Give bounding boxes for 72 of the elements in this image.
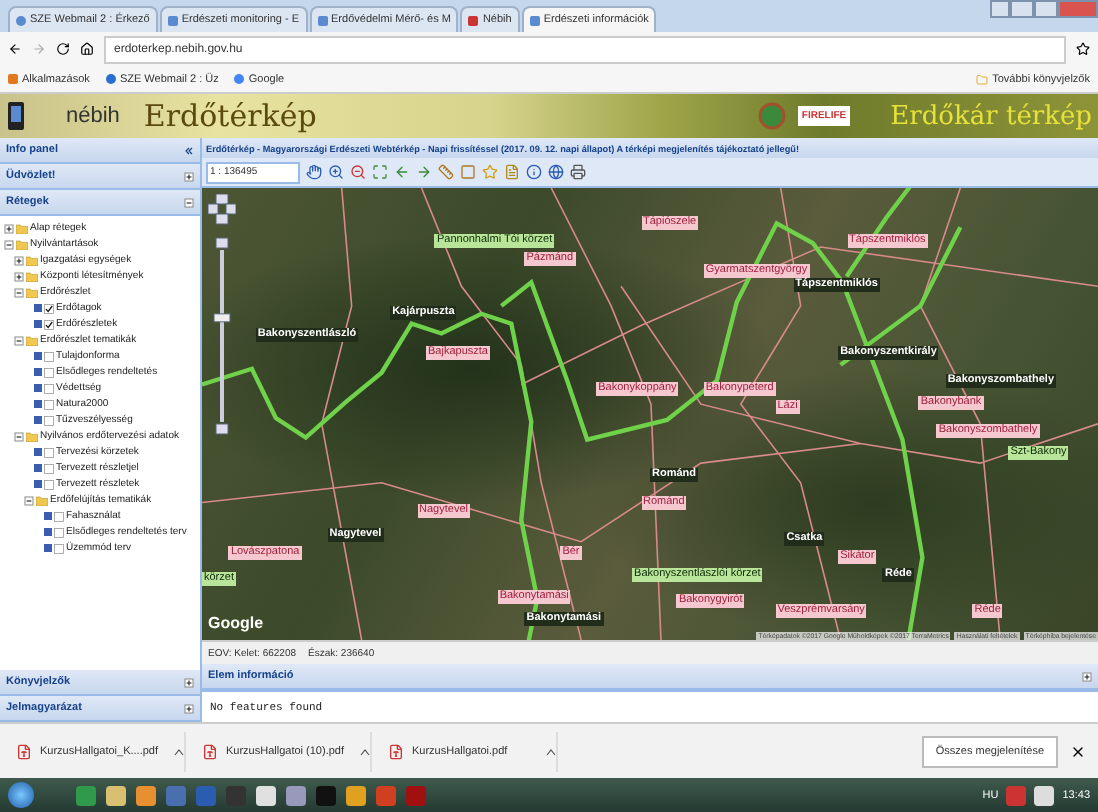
layer-checkbox[interactable] [54, 511, 64, 521]
zoom-in-icon[interactable] [326, 163, 344, 181]
expand-icon[interactable] [14, 255, 24, 265]
touch-phone-icon [6, 100, 26, 132]
printer-icon[interactable] [568, 163, 586, 181]
profile-button[interactable] [990, 0, 1010, 18]
layer-checkbox[interactable] [44, 399, 54, 409]
zoom-out-icon[interactable] [348, 163, 366, 181]
folder-icon [976, 73, 989, 85]
area-icon[interactable] [458, 163, 476, 181]
start-button[interactable] [8, 782, 34, 808]
forward-arrow-icon[interactable] [414, 163, 432, 181]
expand-icon[interactable] [184, 703, 194, 713]
collapse-icon[interactable] [184, 197, 194, 207]
caret-icon[interactable] [174, 747, 184, 755]
minimize-button[interactable] [1010, 0, 1034, 18]
firelife-logo-icon [757, 100, 786, 132]
favicon-icon [529, 15, 540, 25]
close-icon[interactable] [1070, 743, 1086, 759]
layer-checkbox[interactable] [44, 303, 54, 313]
collapse-panel-icon[interactable] [184, 145, 194, 155]
info-icon[interactable] [524, 163, 542, 181]
expand-icon[interactable] [4, 223, 14, 233]
folder-icon [26, 431, 38, 441]
layer-checkbox[interactable] [44, 383, 54, 393]
document-icon[interactable] [502, 163, 520, 181]
layer-checkbox[interactable] [54, 543, 64, 553]
layer-checkbox[interactable] [54, 527, 64, 537]
folder-icon [26, 335, 38, 345]
globe-icon[interactable] [546, 163, 564, 181]
reload-icon[interactable] [56, 42, 70, 56]
collapse-icon[interactable] [14, 335, 24, 345]
ruler-icon[interactable] [436, 163, 454, 181]
back-icon[interactable] [8, 42, 22, 56]
expand-icon[interactable] [184, 677, 194, 687]
favicon-icon [16, 15, 26, 25]
pdf-file-icon [16, 743, 32, 759]
favicon-icon [167, 15, 178, 25]
layer-checkbox[interactable] [44, 319, 54, 329]
pdf-file-icon [388, 743, 404, 759]
caret-icon[interactable] [360, 747, 370, 755]
expand-icon[interactable] [14, 271, 24, 281]
layer-checkbox[interactable] [44, 351, 54, 361]
layer-checkbox[interactable] [44, 415, 54, 425]
pdf-file-icon [202, 743, 218, 759]
forward-icon[interactable] [32, 42, 46, 56]
collapse-icon[interactable] [14, 431, 24, 441]
collapse-icon[interactable] [4, 239, 14, 249]
layer-checkbox[interactable] [44, 479, 54, 489]
hand-icon[interactable] [304, 163, 322, 181]
favicon-icon [468, 15, 479, 25]
map-provider-logo: Google [208, 614, 264, 632]
layer-checkbox[interactable] [44, 447, 54, 457]
bookmark-star-icon[interactable] [1076, 42, 1090, 56]
slider-thumb[interactable] [213, 313, 231, 323]
tray-icon[interactable] [1034, 785, 1055, 805]
folder-icon [36, 495, 48, 505]
back-arrow-icon[interactable] [392, 163, 410, 181]
expand-icon[interactable] [184, 171, 194, 181]
logo-text: nébih [66, 104, 120, 128]
full-extent-icon[interactable] [370, 163, 388, 181]
collapse-icon[interactable] [24, 495, 34, 505]
home-icon[interactable] [80, 42, 94, 56]
expand-icon[interactable] [1082, 671, 1092, 681]
site-title: Erdőtérkép [143, 98, 317, 134]
star-icon[interactable] [480, 163, 498, 181]
layer-checkbox[interactable] [44, 463, 54, 473]
collapse-icon[interactable] [14, 287, 24, 297]
layer-checkbox[interactable] [44, 367, 54, 377]
maximize-button[interactable] [1034, 0, 1058, 18]
favicon-icon [317, 15, 328, 25]
caret-icon[interactable] [546, 747, 556, 755]
